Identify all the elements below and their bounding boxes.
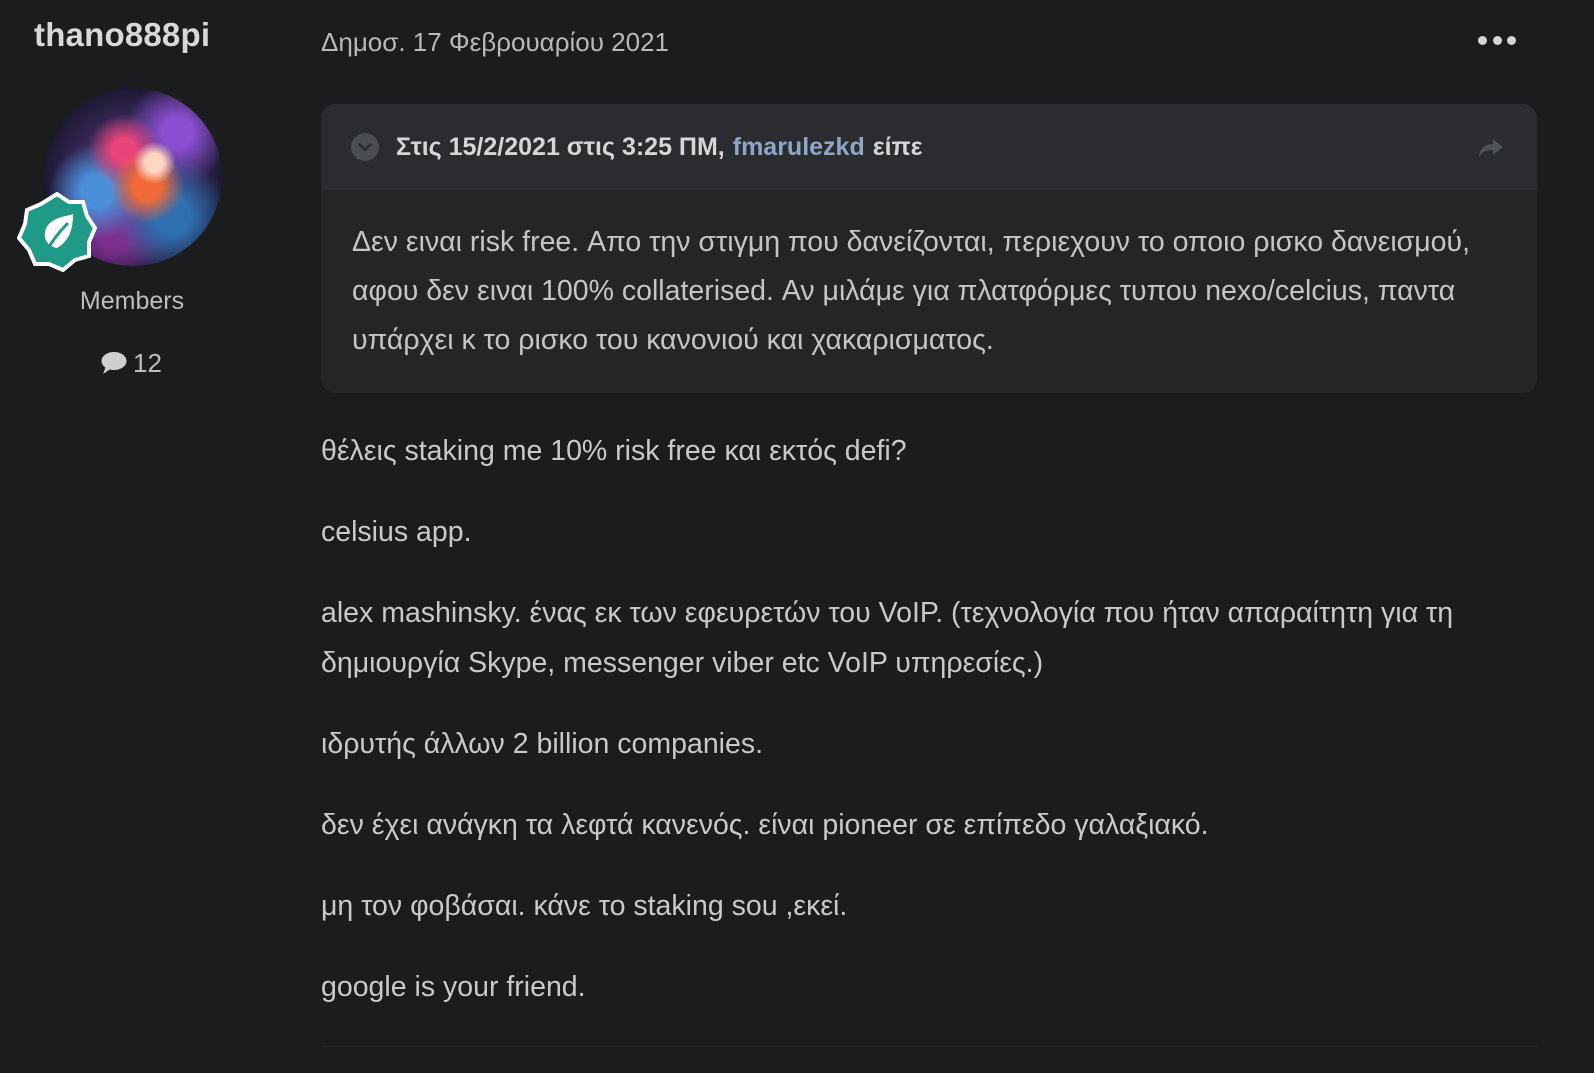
post-paragraph: ιδρυτής άλλων 2 billion companies. — [321, 728, 764, 760]
quote-citation-suffix: είπε — [872, 132, 923, 161]
post-paragraph: δεν έχει ανάγκη τα λεφτά κανενός. είναι … — [321, 809, 1209, 841]
post-paragraph: μη τον φοβάσαι. κάνε το staking sou ,εκε… — [321, 890, 848, 922]
chevron-down-icon[interactable] — [351, 133, 379, 161]
forum-post: thano888pi Members 12 Δημοσ. 17 Φεβρουαρ… — [0, 0, 1594, 1073]
member-group: Members — [79, 287, 185, 315]
quote-header: Στις 15/2/2021 στις 3:25 ΠΜ, fmarulezkd … — [321, 104, 1537, 190]
post-paragraph: celsius app. — [321, 516, 472, 548]
post-divider — [321, 1046, 1537, 1047]
post-paragraph: alex mashinsky. ένας εκ των εφευρετών το… — [321, 597, 1454, 679]
quote-text: Δεν ειναι risk free. Απο την στιγμη που … — [352, 226, 1471, 356]
post-paragraph: google is your friend. — [321, 971, 586, 1003]
share-arrow-icon[interactable] — [1477, 137, 1505, 159]
quote-author-link[interactable]: fmarulezkd — [733, 133, 865, 162]
post-count: 12 — [100, 348, 162, 378]
ellipsis-icon[interactable] — [1478, 30, 1516, 50]
author-name[interactable]: thano888pi — [34, 16, 210, 54]
post-date[interactable]: Δημοσ. 17 Φεβρουαρίου 2021 — [321, 27, 669, 58]
post-count-value: 12 — [133, 347, 162, 378]
post-paragraph: θέλεις staking me 10% risk free και εκτό… — [321, 435, 907, 467]
quote-citation-prefix: Στις 15/2/2021 στις 3:25 ΠΜ, — [396, 132, 725, 161]
leaf-badge-icon — [17, 192, 97, 272]
post-content: θέλεις staking me 10% risk free και εκτό… — [321, 426, 1541, 1043]
comment-icon — [101, 352, 127, 374]
quote-block: Στις 15/2/2021 στις 3:25 ΠΜ, fmarulezkd … — [321, 104, 1537, 393]
